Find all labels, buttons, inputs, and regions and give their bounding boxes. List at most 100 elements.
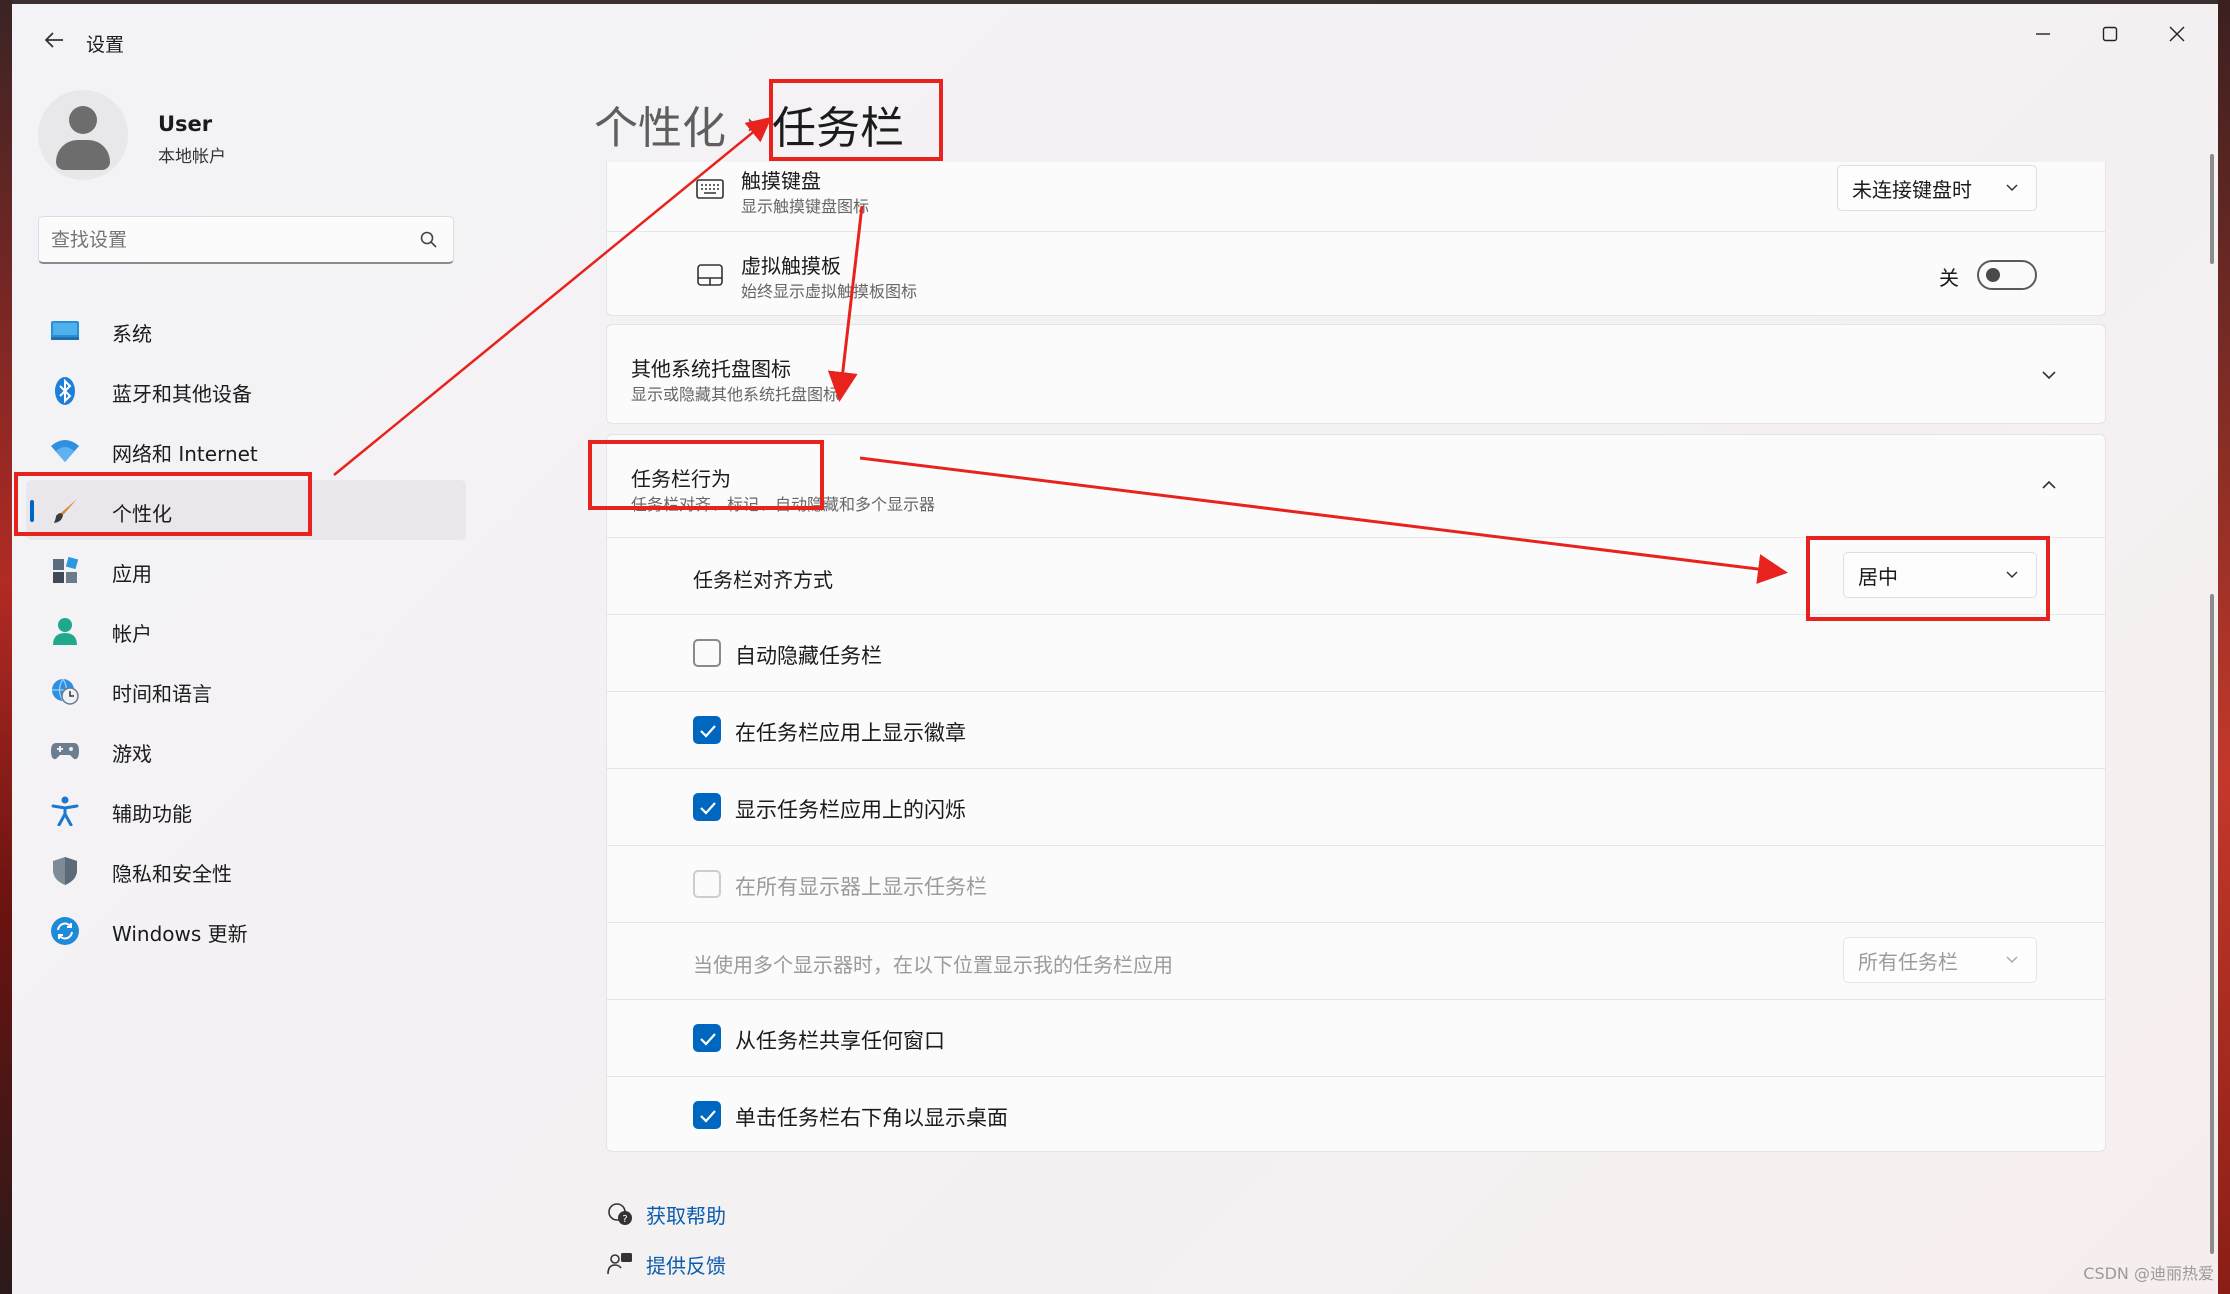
show-flashing-row: 显示任务栏应用上的闪烁 (607, 768, 2105, 845)
sidebar-item-label: 辅助功能 (112, 802, 192, 826)
search-box[interactable] (38, 216, 454, 264)
show-desktop-row: 单击任务栏右下角以显示桌面 (607, 1076, 2105, 1153)
taskbar-alignment-dropdown[interactable]: 居中 (1843, 552, 2037, 598)
bluetooth-icon (50, 376, 80, 406)
touch-keyboard-dropdown[interactable]: 未连接键盘时 (1837, 165, 2037, 211)
checkmark-icon (700, 725, 716, 738)
show-desktop-label: 单击任务栏右下角以显示桌面 (735, 1106, 1008, 1130)
share-window-label: 从任务栏共享任何窗口 (735, 1029, 945, 1053)
settings-content: 触摸键盘 显示触摸键盘图标 未连接键盘时 虚拟触摸板 始终显示虚拟触摸板图标 关 (596, 162, 2108, 1294)
show-flashing-checkbox[interactable] (693, 793, 721, 821)
scrollbar-track-top[interactable] (2210, 154, 2214, 264)
sidebar-item-personalization[interactable]: 个性化 (26, 480, 466, 540)
taskbar-alignment-value: 居中 (1858, 564, 1898, 589)
sidebar-item-apps[interactable]: 应用 (26, 540, 466, 600)
touch-keyboard-subtitle: 显示触摸键盘图标 (741, 197, 870, 216)
breadcrumb-separator: › (746, 106, 758, 142)
maximize-icon (2102, 26, 2118, 42)
show-desktop-checkbox[interactable] (693, 1101, 721, 1129)
desktop-wallpaper-left (0, 0, 12, 1294)
sidebar-item-privacy[interactable]: 隐私和安全性 (26, 840, 466, 900)
globe-clock-icon (50, 676, 80, 706)
taskbar-behaviors-card: 任务栏行为 任务栏对齐、标记、自动隐藏和多个显示器 任务栏对齐方式 居中 自动隐… (606, 434, 2106, 1152)
virtual-touchpad-subtitle: 始终显示虚拟触摸板图标 (741, 282, 918, 301)
taskbar-alignment-label: 任务栏对齐方式 (693, 568, 833, 592)
get-help-link[interactable]: 获取帮助 (646, 1200, 726, 1229)
breadcrumb-parent[interactable]: 个性化 (594, 92, 726, 156)
share-window-checkbox[interactable] (693, 1024, 721, 1052)
sidebar-item-label: 蓝牙和其他设备 (112, 382, 252, 406)
checkmark-icon (700, 1033, 716, 1046)
account-icon (50, 616, 80, 646)
help-icon: ? (608, 1203, 632, 1225)
sidebar-item-label: 隐私和安全性 (112, 862, 232, 886)
scrollbar-thumb[interactable] (2210, 594, 2214, 1254)
sidebar-item-network[interactable]: 网络和 Internet (26, 420, 466, 480)
sidebar-item-label: 网络和 Internet (112, 442, 258, 466)
auto-hide-checkbox[interactable] (693, 639, 721, 667)
close-button[interactable] (2144, 14, 2210, 54)
sidebar-item-gaming[interactable]: 游戏 (26, 720, 466, 780)
give-feedback-link[interactable]: 提供反馈 (646, 1250, 726, 1279)
accessibility-icon (50, 796, 80, 826)
toggle-knob (1986, 268, 2000, 282)
page-title: 任务栏 (772, 103, 904, 154)
account-type: 本地帐户 (158, 147, 226, 167)
chevron-down-icon (2006, 571, 2018, 579)
chevron-down-icon (2006, 956, 2018, 964)
sidebar-item-label: 系统 (112, 322, 152, 346)
chevron-down-icon (2006, 184, 2018, 192)
avatar-head (69, 106, 97, 134)
all-displays-label: 在所有显示器上显示任务栏 (735, 875, 987, 899)
sidebar-item-time-language[interactable]: 时间和语言 (26, 660, 466, 720)
sidebar-item-system[interactable]: 系统 (26, 300, 466, 360)
sidebar-nav: 系统 蓝牙和其他设备 网络和 Internet 个性化 应用 帐户 时间和语言 … (26, 300, 466, 960)
taskbar-alignment-row: 任务栏对齐方式 居中 (607, 537, 2105, 614)
sidebar-item-accounts[interactable]: 帐户 (26, 600, 466, 660)
touch-keyboard-title: 触摸键盘 (741, 169, 821, 193)
all-displays-row: 在所有显示器上显示任务栏 (607, 845, 2105, 922)
taskbar-corner-icons-card: 触摸键盘 显示触摸键盘图标 未连接键盘时 虚拟触摸板 始终显示虚拟触摸板图标 关 (606, 162, 2106, 316)
virtual-touchpad-title: 虚拟触摸板 (741, 254, 841, 278)
sidebar-item-bluetooth[interactable]: 蓝牙和其他设备 (26, 360, 466, 420)
sidebar-item-label: 应用 (112, 562, 152, 586)
show-badges-checkbox[interactable] (693, 716, 721, 744)
other-tray-icons-expander[interactable]: 其他系统托盘图标 显示或隐藏其他系统托盘图标 (606, 324, 2106, 424)
taskbar-behaviors-header[interactable]: 任务栏行为 任务栏对齐、标记、自动隐藏和多个显示器 (607, 435, 2105, 537)
share-window-row: 从任务栏共享任何窗口 (607, 999, 2105, 1076)
sidebar-item-accessibility[interactable]: 辅助功能 (26, 780, 466, 840)
show-badges-row: 在任务栏应用上显示徽章 (607, 691, 2105, 768)
update-icon (50, 916, 80, 946)
apps-icon (50, 556, 80, 586)
taskbar-behaviors-subtitle: 任务栏对齐、标记、自动隐藏和多个显示器 (631, 495, 936, 514)
multi-display-dropdown: 所有任务栏 (1843, 937, 2037, 983)
maximize-button[interactable] (2077, 14, 2143, 54)
show-flashing-label: 显示任务栏应用上的闪烁 (735, 798, 966, 822)
chevron-up-icon (2042, 480, 2056, 489)
touchpad-icon (697, 264, 723, 286)
all-displays-checkbox (693, 870, 721, 898)
auto-hide-label: 自动隐藏任务栏 (735, 644, 882, 668)
minimize-button[interactable] (2010, 14, 2076, 54)
virtual-touchpad-row: 虚拟触摸板 始终显示虚拟触摸板图标 关 (607, 231, 2105, 317)
title-bar: 设置 (12, 4, 2218, 74)
back-button[interactable] (32, 22, 76, 58)
feedback-icon (607, 1253, 632, 1275)
chevron-down-icon (2042, 371, 2056, 380)
search-input[interactable] (51, 225, 411, 255)
close-icon (2169, 26, 2185, 42)
desktop-wallpaper-right (2218, 0, 2230, 1294)
taskbar-behaviors-title: 任务栏行为 (631, 467, 731, 491)
toggle-state-label: 关 (1939, 266, 1959, 290)
gamepad-icon (50, 736, 80, 766)
sidebar-item-label: 帐户 (112, 622, 152, 646)
virtual-touchpad-toggle[interactable] (1977, 260, 2037, 290)
auto-hide-row: 自动隐藏任务栏 (607, 614, 2105, 691)
touch-keyboard-row: 触摸键盘 显示触摸键盘图标 未连接键盘时 (607, 162, 2105, 231)
user-profile[interactable]: User 本地帐户 (38, 90, 418, 184)
wifi-icon (50, 436, 80, 466)
other-tray-subtitle: 显示或隐藏其他系统托盘图标 (631, 385, 840, 404)
back-arrow-icon (44, 32, 63, 48)
avatar-body (56, 140, 110, 170)
sidebar-item-windows-update[interactable]: Windows 更新 (26, 900, 466, 960)
